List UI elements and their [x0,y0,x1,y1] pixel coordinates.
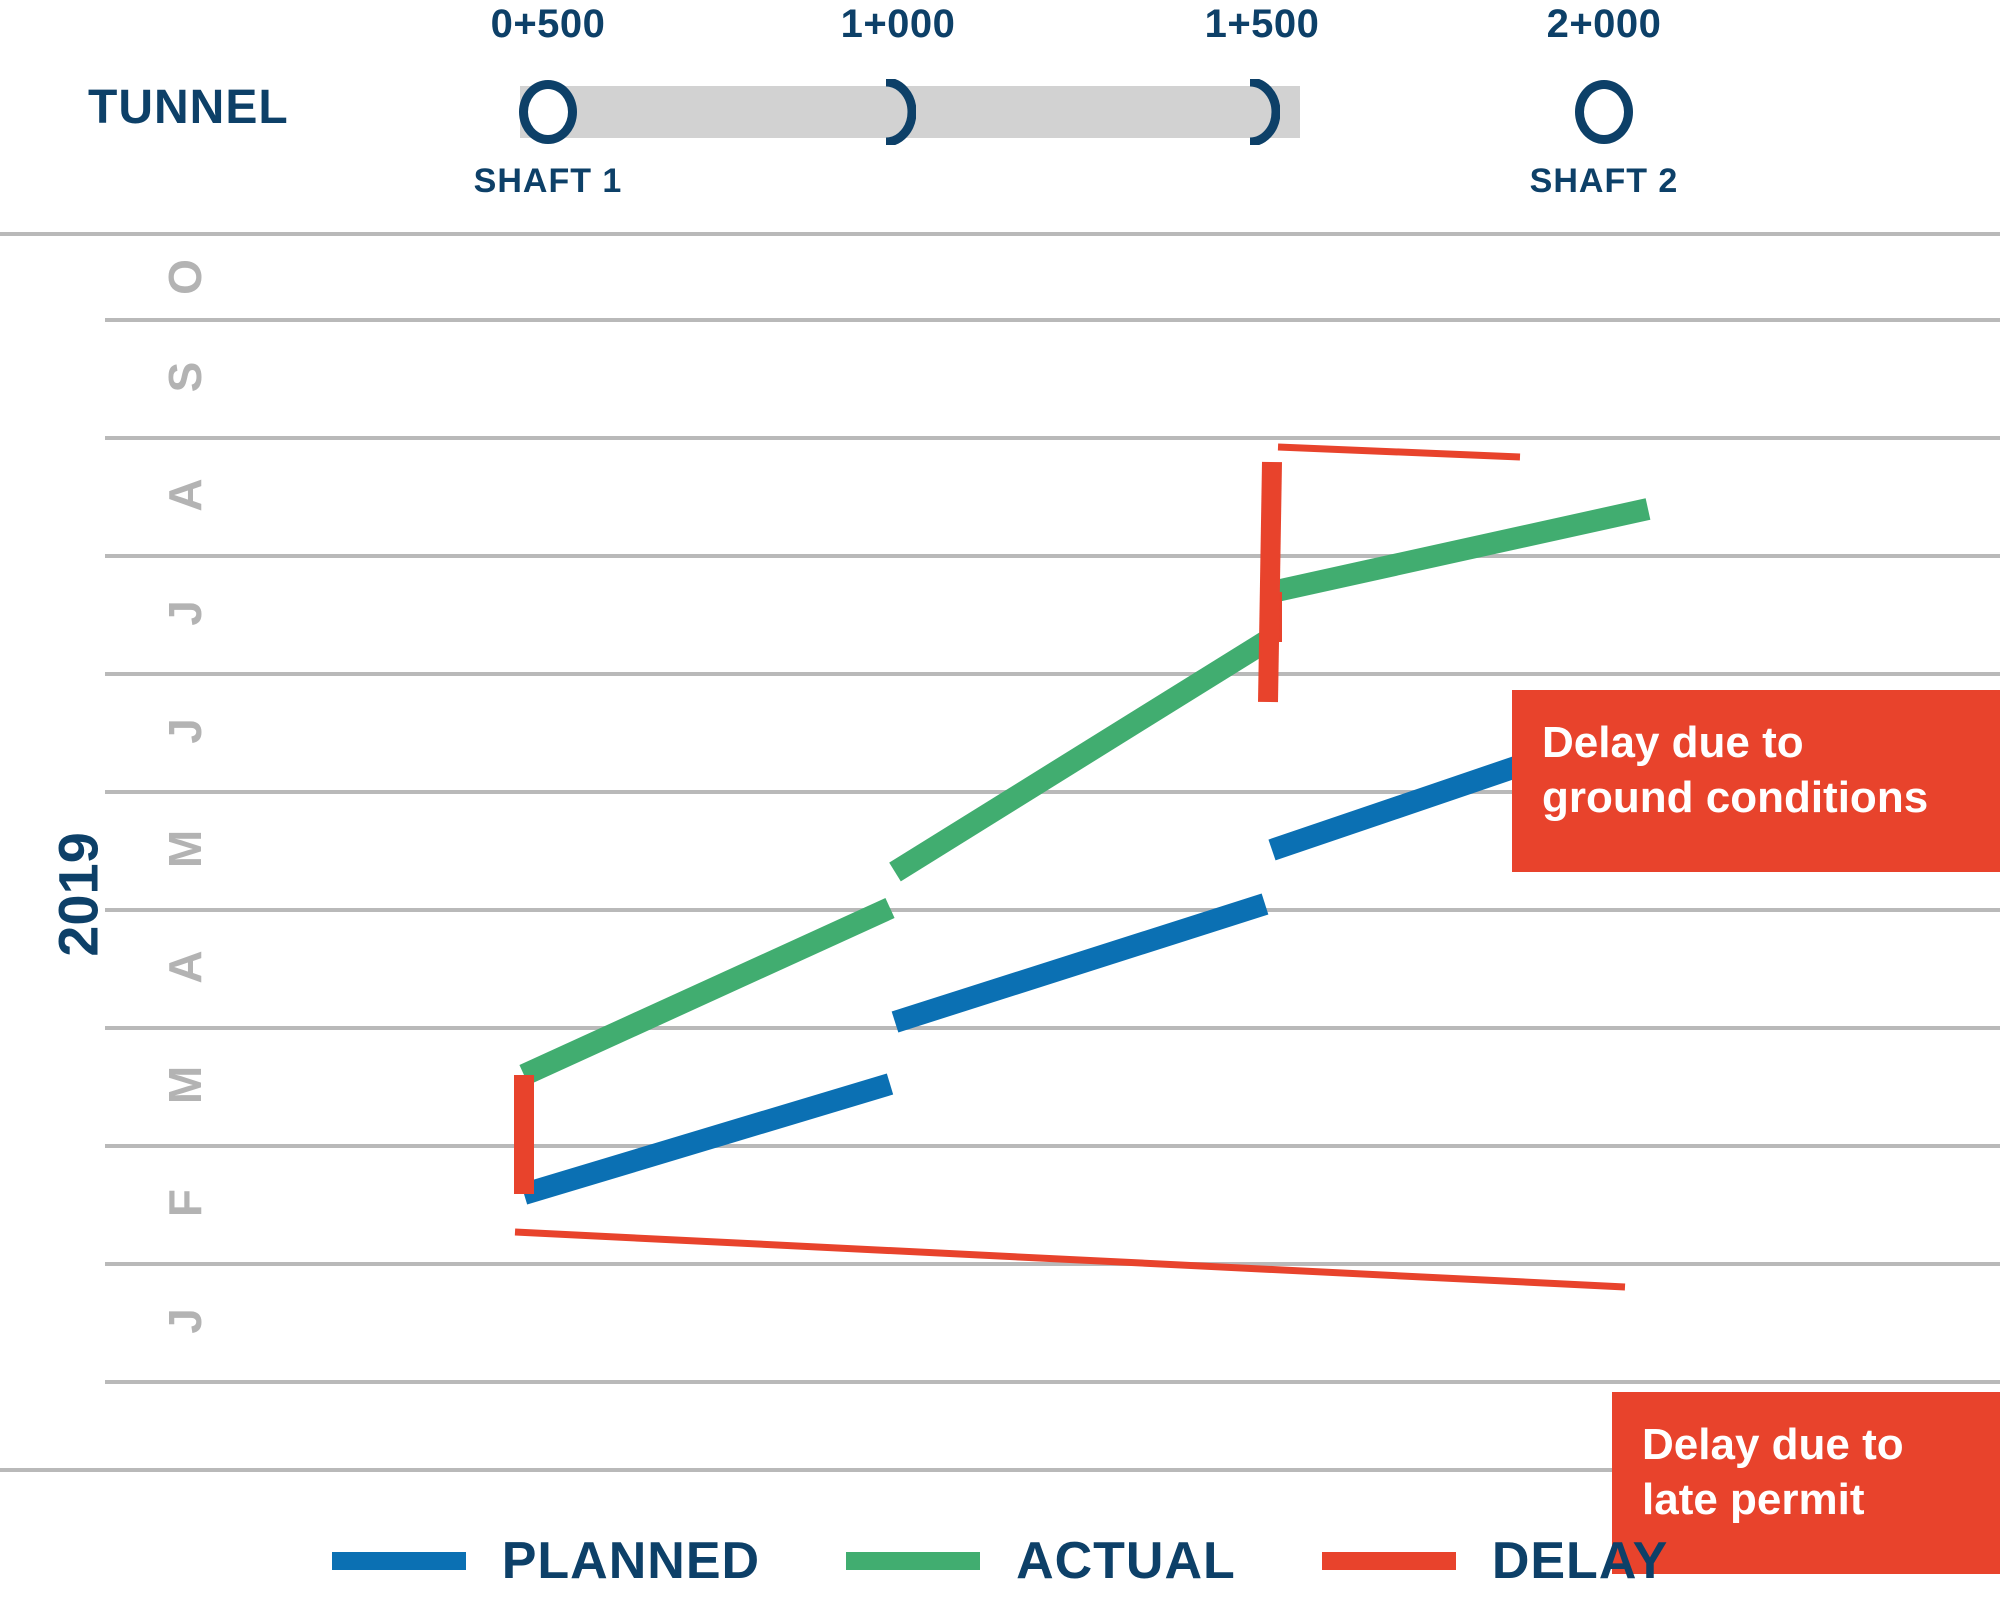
chart-legend: PLANNED ACTUAL DELAY [0,1514,2000,1607]
actual-segment-2 [889,632,1271,882]
callout-permit-line1: Delay due to [1642,1420,1904,1469]
actual-segment-3 [1269,498,1651,603]
callout-ground-line1: Delay due to [1542,718,1804,767]
plot-area: O S A J J M A M F J 2019 Delay due to gr… [0,232,2000,1574]
shaft-2-ring-icon [1575,80,1633,144]
shaft-1-ring-icon [519,80,577,144]
planned-segment-1 [520,1073,894,1205]
legend-label-planned: PLANNED [501,1531,761,1590]
callout-leader-lines [514,443,1626,1291]
delay-bar-ground-conditions [1258,461,1282,703]
actual-segment-1 [519,897,895,1086]
callout-ground-conditions: Delay due to ground conditions [1512,690,2000,872]
legend-label-actual: ACTUAL [1016,1531,1236,1590]
legend-label-delay: DELAY [1491,1531,1669,1590]
chainage-label-0: 0+500 [490,2,606,46]
tunnel-portal-arc-icon-1 [880,79,916,145]
legend-item-delay: DELAY [1321,1531,1669,1591]
shaft-2-caption: SHAFT 2 [1529,162,1679,200]
legend-swatch-planned-icon [331,1551,466,1570]
legend-item-actual: ACTUAL [846,1531,1236,1591]
legend-swatch-actual-icon [846,1551,981,1570]
callout-ground-line2: ground conditions [1542,772,1929,822]
planned-segment-2 [891,893,1269,1033]
chainage-label-2: 1+500 [1204,2,1320,46]
shaft-1-caption: SHAFT 1 [473,162,623,200]
tunnel-title: TUNNEL [88,81,289,134]
series-lines [514,443,1652,1291]
tunnel-schematic: 0+500 1+000 1+500 2+000 TUNNEL SHAFT 1 S… [0,0,2000,232]
chainage-label-3: 2+000 [1546,2,1662,46]
chainage-label-1: 1+000 [840,2,956,46]
leader-line-ground-conditions [1277,443,1521,461]
tunnel-progress-chart: 0+500 1+000 1+500 2+000 TUNNEL SHAFT 1 S… [0,0,2000,1607]
series-delay [514,461,1282,1194]
series-planned [520,711,1652,1205]
legend-item-planned: PLANNED [331,1531,761,1591]
tunnel-portal-arc-icon-2 [1244,79,1280,145]
legend-swatch-delay-icon [1321,1551,1456,1570]
leader-line-late-permit [514,1228,1626,1291]
series-actual [519,498,1651,1086]
